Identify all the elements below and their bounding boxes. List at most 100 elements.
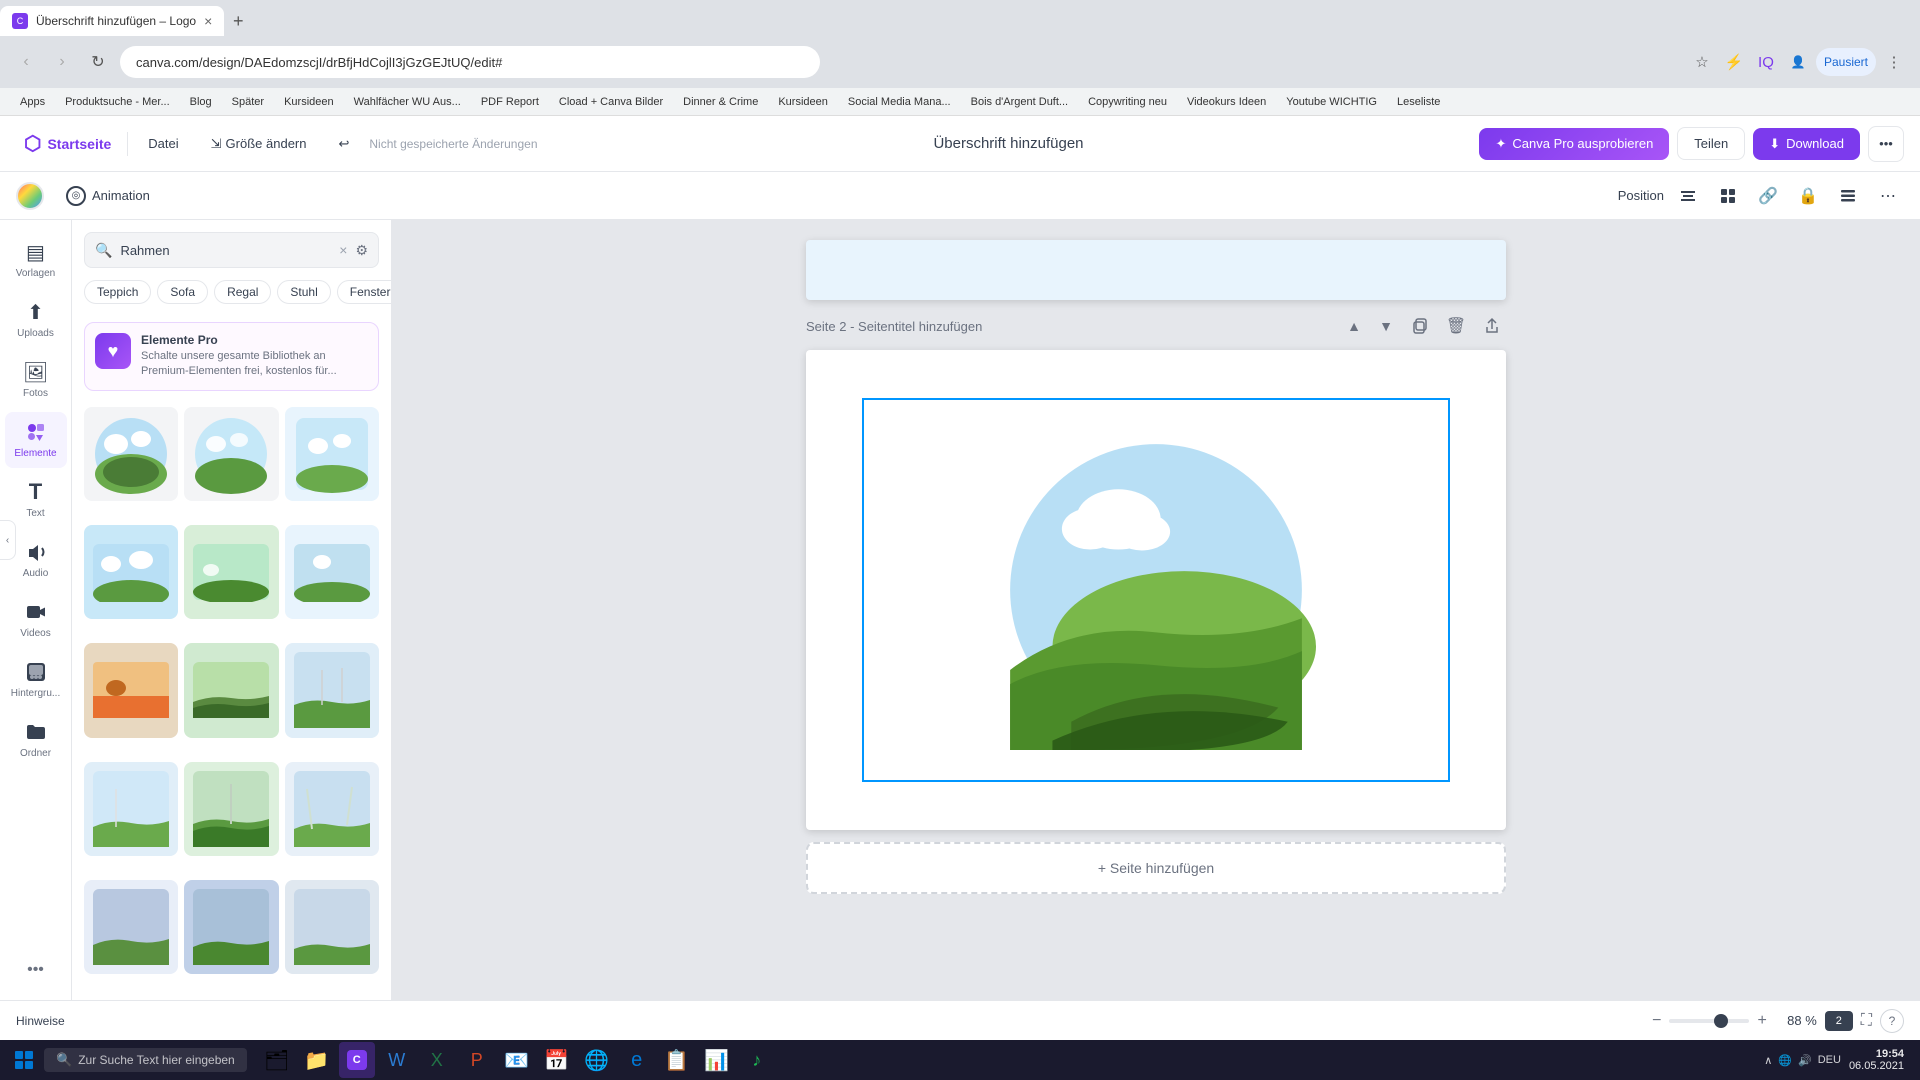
bookmark-apps[interactable]: Apps xyxy=(12,94,53,110)
taskbar-edge-btn[interactable]: e xyxy=(619,1042,655,1078)
element-item[interactable] xyxy=(84,880,178,974)
page-1-canvas[interactable] xyxy=(806,240,1506,300)
bookmark-social[interactable]: Social Media Mana... xyxy=(840,94,959,110)
color-picker-btn[interactable] xyxy=(16,182,44,210)
element-item[interactable] xyxy=(184,643,278,737)
search-input-wrap[interactable]: 🔍 × ⚙ xyxy=(84,232,379,268)
zoom-in-btn[interactable]: + xyxy=(1757,1012,1766,1030)
hints-text[interactable]: Hinweise xyxy=(16,1014,1640,1028)
taskbar-app6-btn[interactable]: 📅 xyxy=(539,1042,575,1078)
taskbar-chrome-btn[interactable]: 🌐 xyxy=(579,1042,615,1078)
filter-tag-fenster[interactable]: Fenster xyxy=(337,280,391,304)
bookmark-copy[interactable]: Copywriting neu xyxy=(1080,94,1175,110)
resize-btn[interactable]: ⇲ Größe ändern xyxy=(199,130,319,158)
taskbar-clock[interactable]: 19:54 06.05.2021 xyxy=(1849,1048,1904,1072)
active-tab[interactable]: C Überschrift hinzufügen – Logo × xyxy=(0,6,224,36)
element-item[interactable] xyxy=(285,525,379,619)
element-item[interactable] xyxy=(184,880,278,974)
more-canvas-btn[interactable]: ⋯ xyxy=(1872,180,1904,212)
align-icon-btn[interactable] xyxy=(1672,180,1704,212)
address-bar[interactable]: canva.com/design/DAEdomzscjI/drBfjHdCojl… xyxy=(120,46,820,78)
sidebar-item-uploads[interactable]: ⬆ Uploads xyxy=(5,292,67,348)
element-item[interactable] xyxy=(285,880,379,974)
taskbar-file-btn[interactable]: 📁 xyxy=(299,1042,335,1078)
element-item[interactable] xyxy=(184,525,278,619)
systray-sound-icon[interactable]: 🔊 xyxy=(1798,1054,1812,1067)
page-2-canvas[interactable] xyxy=(806,350,1506,830)
element-item[interactable] xyxy=(285,643,379,737)
canvas-area[interactable]: Seite 2 - Seitentitel hinzufügen ▲ ▼ 🗑 xyxy=(392,220,1920,1000)
zoom-out-btn[interactable]: − xyxy=(1652,1012,1661,1030)
element-item[interactable] xyxy=(84,407,178,501)
page-title[interactable]: Überschrift hinzufügen xyxy=(933,135,1083,152)
sidebar-item-elemente[interactable]: Elemente xyxy=(5,412,67,468)
undo-btn[interactable]: ↩ xyxy=(326,130,361,158)
taskbar-app7-btn[interactable]: 📋 xyxy=(659,1042,695,1078)
taskbar-word-btn[interactable]: W xyxy=(379,1042,415,1078)
bookmark-kursideen1[interactable]: Kursideen xyxy=(276,94,342,110)
download-btn[interactable]: ⬇ Download xyxy=(1753,128,1860,160)
page-share-btn[interactable] xyxy=(1478,312,1506,340)
taskbar-search[interactable]: 🔍 Zur Suche Text hier eingeben xyxy=(44,1048,247,1072)
element-item[interactable] xyxy=(184,407,278,501)
element-item[interactable] xyxy=(285,762,379,856)
bookmark-pdf[interactable]: PDF Report xyxy=(473,94,547,110)
pro-btn[interactable]: ✦ Canva Pro ausprobieren xyxy=(1479,128,1669,160)
sidebar-more-btn[interactable]: ••• xyxy=(18,952,54,988)
reload-btn[interactable]: ↻ xyxy=(84,48,112,76)
zoom-percent[interactable]: 88 % xyxy=(1775,1013,1817,1028)
sidebar-item-fotos[interactable]: 🖼 Fotos xyxy=(5,352,67,408)
element-item[interactable] xyxy=(84,643,178,737)
bookmark-cload[interactable]: Cload + Canva Bilder xyxy=(551,94,671,110)
element-item[interactable] xyxy=(84,762,178,856)
page-counter[interactable]: 2 xyxy=(1825,1011,1853,1031)
taskbar-excel-btn[interactable]: X xyxy=(419,1042,455,1078)
back-btn[interactable]: ‹ xyxy=(12,48,40,76)
bookmark-blog[interactable]: Blog xyxy=(182,94,220,110)
element-item[interactable] xyxy=(184,762,278,856)
tab-close-btn[interactable]: × xyxy=(204,13,212,29)
start-btn[interactable] xyxy=(8,1044,40,1076)
bookmark-youtube[interactable]: Youtube WICHTIG xyxy=(1278,94,1385,110)
page-up-btn[interactable]: ▲ xyxy=(1342,314,1366,338)
taskbar-explorer-btn[interactable]: 🗂 xyxy=(259,1042,295,1078)
page-duplicate-btn[interactable] xyxy=(1406,312,1434,340)
filter-tag-sofa[interactable]: Sofa xyxy=(157,280,208,304)
bookmark-wahlf[interactable]: Wahlfächer WU Aus... xyxy=(346,94,469,110)
animation-btn[interactable]: ◎ Animation xyxy=(56,182,160,210)
sidebar-item-videos[interactable]: Videos xyxy=(5,592,67,648)
bookmark-kursideen2[interactable]: Kursideen xyxy=(770,94,836,110)
systray-lang[interactable]: DEU xyxy=(1818,1054,1841,1066)
forward-btn[interactable]: › xyxy=(48,48,76,76)
elements-pro-banner[interactable]: ♥ Elemente Pro Schalte unsere gesamte Bi… xyxy=(84,322,379,391)
search-clear-btn[interactable]: × xyxy=(339,242,347,258)
lock-icon-btn[interactable]: 🔒 xyxy=(1792,180,1824,212)
bookmark-spaeter[interactable]: Später xyxy=(224,94,272,110)
profile-btn[interactable]: 👤 xyxy=(1784,48,1812,76)
bookmark-btn[interactable]: ☆ xyxy=(1688,48,1716,76)
sidebar-item-hintergrund[interactable]: Hintergru... xyxy=(5,652,67,708)
bookmark-video[interactable]: Videokurs Ideen xyxy=(1179,94,1274,110)
new-tab-btn[interactable]: + xyxy=(224,7,252,35)
search-filter-btn[interactable]: ⚙ xyxy=(355,242,368,259)
menu-btn[interactable]: ⋮ xyxy=(1880,48,1908,76)
zoom-slider[interactable] xyxy=(1669,1019,1749,1023)
page-down-btn[interactable]: ▼ xyxy=(1374,314,1398,338)
sidebar-item-vorlagen[interactable]: ▤ Vorlagen xyxy=(5,232,67,288)
taskbar-spotify-btn[interactable]: ♪ xyxy=(739,1042,775,1078)
position-text[interactable]: Position xyxy=(1618,188,1664,203)
bookmark-dinner[interactable]: Dinner & Crime xyxy=(675,94,766,110)
sidebar-item-text[interactable]: T Text xyxy=(5,472,67,528)
add-page-btn[interactable]: + Seite hinzufügen xyxy=(806,842,1506,894)
taskbar-app8-btn[interactable]: 📊 xyxy=(699,1042,735,1078)
panel-collapse-btn[interactable]: ‹ xyxy=(0,520,16,560)
bookmark-produktsuche[interactable]: Produktsuche - Mer... xyxy=(57,94,178,110)
page-2-title[interactable]: Seite 2 - Seitentitel hinzufügen xyxy=(806,319,1334,334)
taskbar-canva-btn[interactable]: C xyxy=(339,1042,375,1078)
profile-name-btn[interactable]: Pausiert xyxy=(1816,48,1876,76)
filter-tag-regal[interactable]: Regal xyxy=(214,280,271,304)
grid-icon-btn[interactable] xyxy=(1712,180,1744,212)
filter-tag-teppich[interactable]: Teppich xyxy=(84,280,151,304)
element-item[interactable] xyxy=(285,407,379,501)
filter-tag-stuhl[interactable]: Stuhl xyxy=(277,280,330,304)
